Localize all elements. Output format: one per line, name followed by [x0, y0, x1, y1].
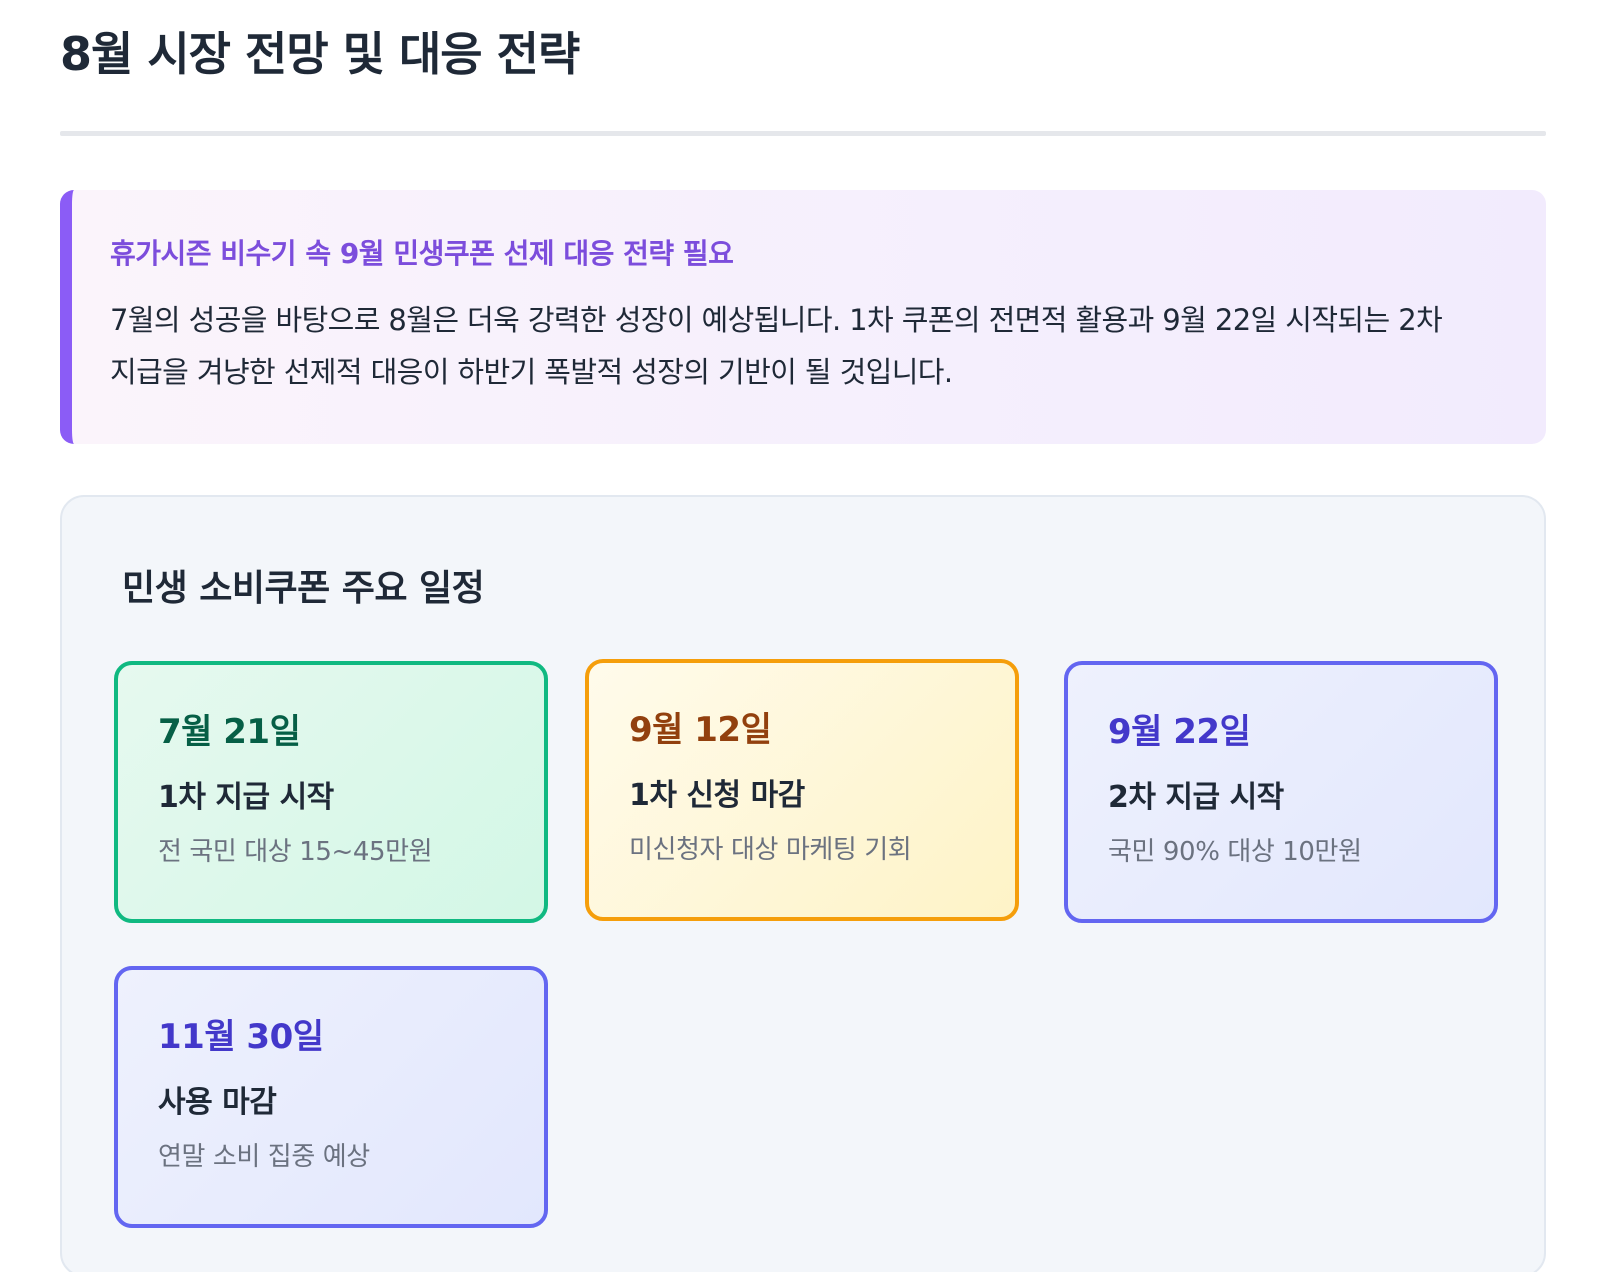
card-label: 1차 지급 시작: [158, 780, 334, 815]
schedule-card-second-payment: 9월 22일 2차 지급 시작 국민 90% 대상 10만원: [1064, 661, 1498, 923]
card-label: 2차 지급 시작: [1108, 780, 1284, 815]
card-date: 9월 12일: [629, 710, 772, 750]
card-date: 9월 22일: [1108, 712, 1251, 752]
schedule-card-usage-deadline: 11월 30일 사용 마감 연말 소비 집중 예상: [114, 966, 548, 1228]
highlight-callout: 휴가시즌 비수기 속 9월 민생쿠폰 선제 대응 전략 필요 7월의 성공을 바…: [60, 190, 1546, 444]
schedule-title: 민생 소비쿠폰 주요 일정: [122, 568, 485, 609]
card-desc: 연말 소비 집중 예상: [158, 1142, 370, 1172]
highlight-body: 7월의 성공을 바탕으로 8월은 더욱 강력한 성장이 예상됩니다. 1차 쿠폰…: [110, 303, 1443, 389]
title-divider: [60, 131, 1546, 136]
card-label: 1차 신청 마감: [629, 778, 805, 813]
highlight-heading: 휴가시즌 비수기 속 9월 민생쿠폰 선제 대응 전략 필요: [110, 237, 734, 270]
card-label: 사용 마감: [158, 1085, 277, 1120]
schedule-panel: 민생 소비쿠폰 주요 일정 7월 21일 1차 지급 시작 전 국민 대상 15…: [60, 495, 1546, 1272]
card-desc: 전 국민 대상 15~45만원: [158, 837, 433, 867]
card-date: 11월 30일: [158, 1017, 324, 1057]
card-desc: 미신청자 대상 마케팅 기회: [629, 835, 912, 865]
schedule-card-first-deadline: 9월 12일 1차 신청 마감 미신청자 대상 마케팅 기회: [585, 659, 1019, 921]
page: 8월 시장 전망 및 대응 전략 휴가시즌 비수기 속 9월 민생쿠폰 선제 대…: [0, 0, 1600, 1272]
card-desc: 국민 90% 대상 10만원: [1108, 837, 1362, 867]
card-date: 7월 21일: [158, 712, 301, 752]
page-title: 8월 시장 전망 및 대응 전략: [60, 27, 580, 81]
schedule-card-first-payment: 7월 21일 1차 지급 시작 전 국민 대상 15~45만원: [114, 661, 548, 923]
